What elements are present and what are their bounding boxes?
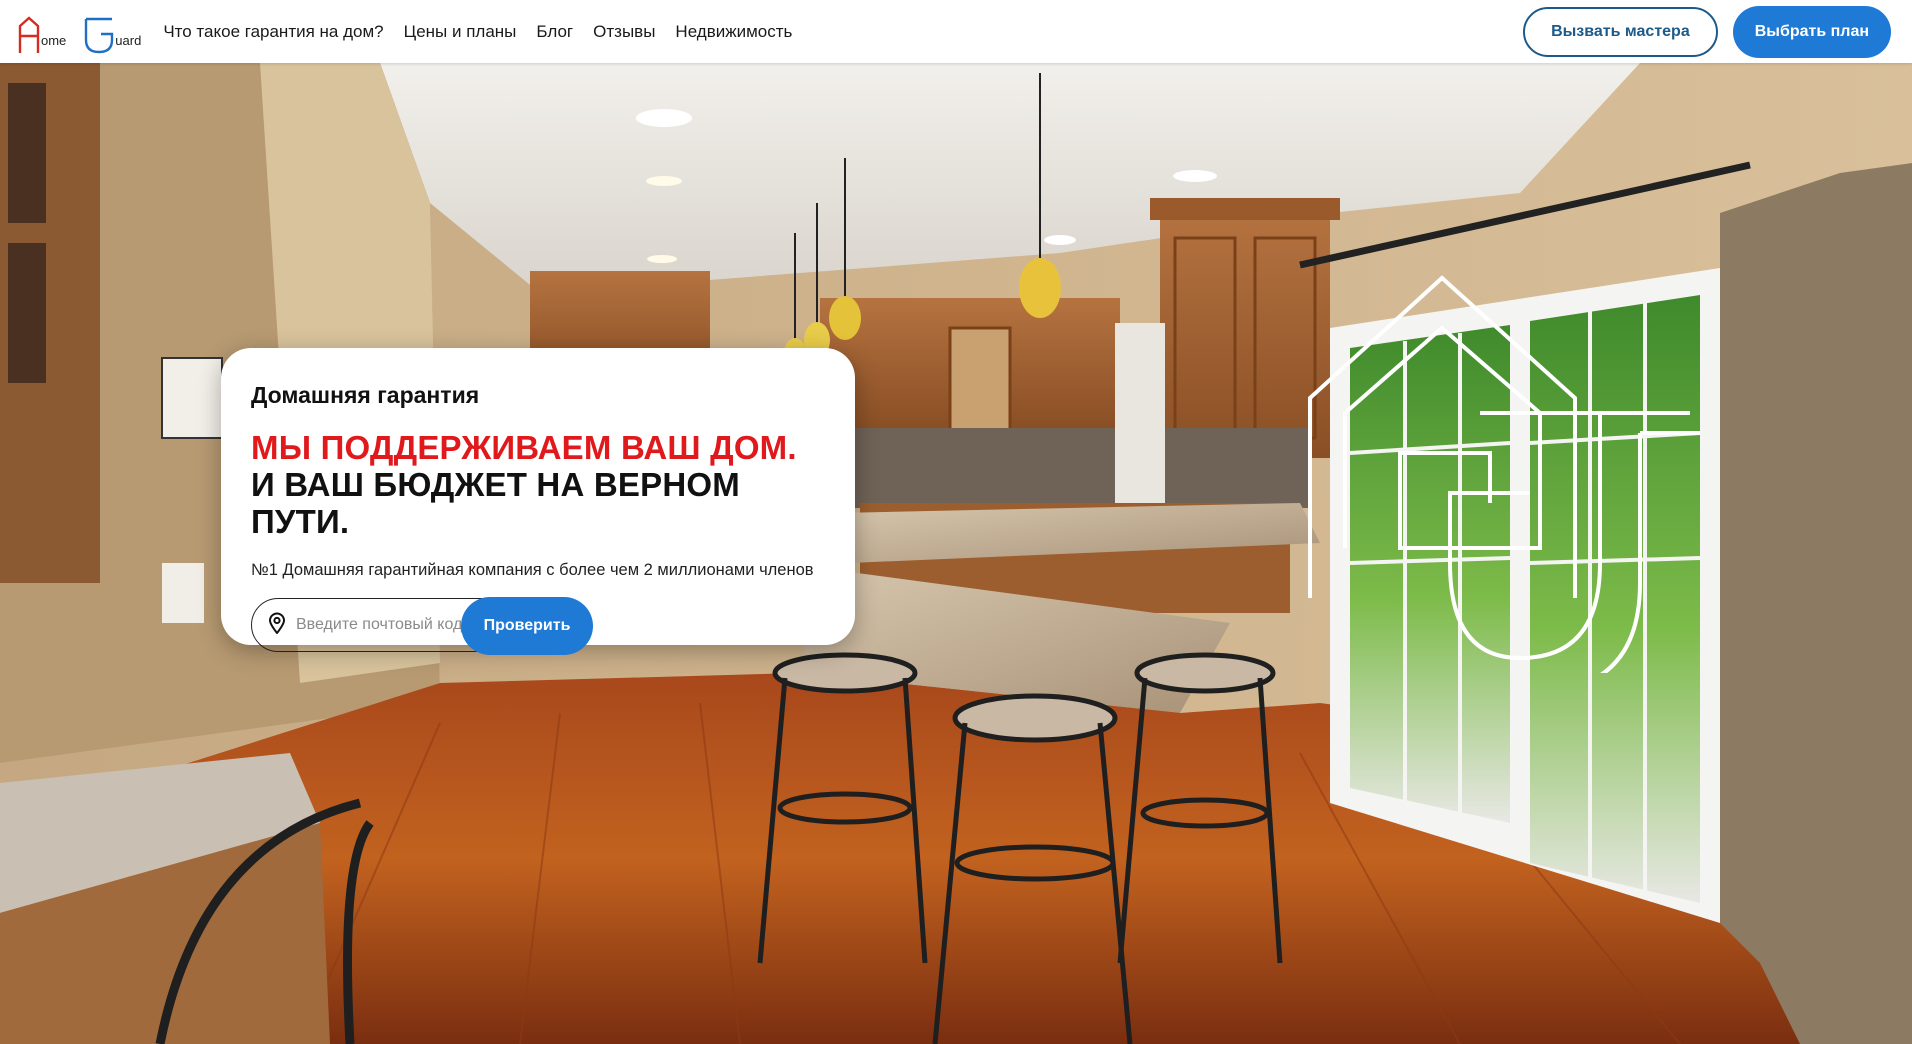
hero-subtitle: №1 Домашняя гарантийная компания с более… — [251, 561, 814, 579]
hero-title-red: МЫ ПОДДЕРЖИВАЕМ ВАШ ДОМ. — [251, 429, 797, 466]
location-pin-icon — [268, 612, 286, 639]
logo-g-letter-icon — [84, 16, 114, 54]
logo-home: ome — [18, 15, 67, 54]
nav-link-real-estate[interactable]: Недвижимость — [675, 22, 792, 42]
logo-h-letter-icon — [18, 15, 40, 54]
nav-link-what-is-warranty[interactable]: Что такое гарантия на дом? — [163, 22, 383, 42]
logo-guard-word: uard — [115, 32, 142, 48]
nav-actions: Вызвать мастера Выбрать план — [1523, 5, 1891, 58]
zip-code-input[interactable] — [294, 615, 468, 635]
hero-title: МЫ ПОДДЕРЖИВАЕМ ВАШ ДОМ. И ВАШ БЮДЖЕТ НА… — [251, 429, 825, 540]
top-navigation: ome uard Что такое гарантия на дом? Цены… — [0, 0, 1912, 63]
choose-plan-button[interactable]: Выбрать план — [1732, 5, 1891, 58]
nav-link-reviews[interactable]: Отзывы — [593, 22, 655, 42]
home-guard-watermark-icon — [1308, 275, 1700, 673]
hero-eyebrow: Домашняя гарантия — [251, 382, 480, 408]
hero-card: Домашняя гарантия МЫ ПОДДЕРЖИВАЕМ ВАШ ДО… — [221, 348, 855, 655]
zip-search-form: Проверить — [251, 597, 593, 655]
home-guard-logo[interactable]: ome uard — [18, 10, 159, 54]
hero-section: Домашняя гарантия МЫ ПОДДЕРЖИВАЕМ ВАШ ДО… — [0, 63, 1912, 1044]
nav-link-prices-plans[interactable]: Цены и планы — [404, 22, 517, 42]
logo-home-word: ome — [41, 32, 67, 48]
logo-guard: uard — [84, 16, 141, 54]
main-menu: Что такое гарантия на дом? Цены и планы … — [163, 22, 812, 42]
hero-title-black: И ВАШ БЮДЖЕТ НА ВЕРНОМ ПУТИ. — [251, 466, 740, 540]
check-button[interactable]: Проверить — [461, 597, 593, 655]
call-master-button[interactable]: Вызвать мастера — [1523, 6, 1718, 57]
nav-link-blog[interactable]: Блог — [536, 22, 573, 42]
